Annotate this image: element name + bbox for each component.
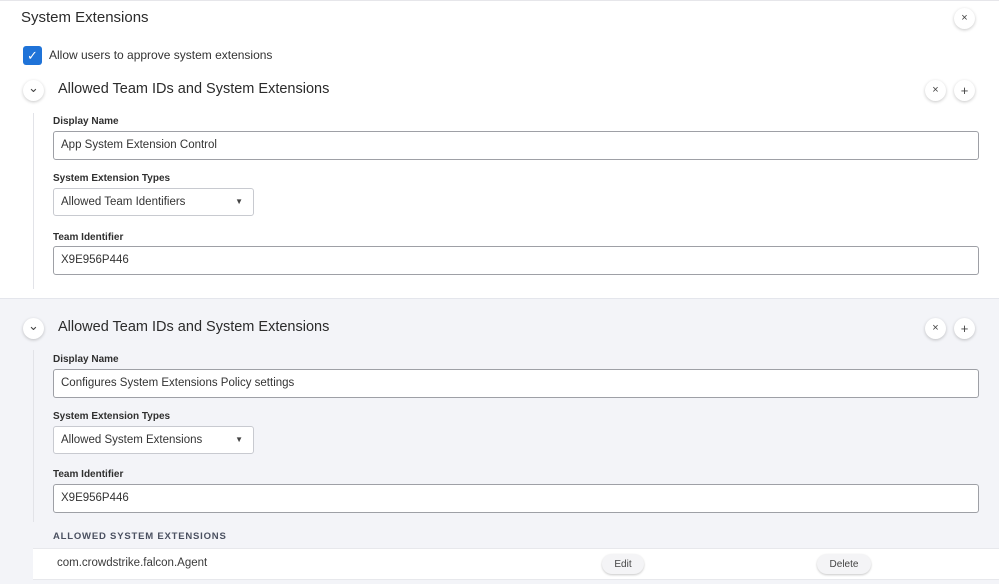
close-icon: × xyxy=(961,12,968,24)
display-name-input[interactable]: Configures System Extensions Policy sett… xyxy=(53,369,979,398)
remove-group-2-button[interactable]: × xyxy=(925,318,946,339)
delete-extension-button[interactable]: Delete xyxy=(817,554,871,574)
group-1-divider xyxy=(33,113,34,289)
display-name-input[interactable]: App System Extension Control xyxy=(53,131,979,160)
chevron-down-icon: ⌄ xyxy=(28,318,39,333)
checkmark-icon: ✓ xyxy=(27,47,38,63)
collapse-group-1-button[interactable]: ⌄ xyxy=(23,80,44,101)
extension-types-value: Allowed Team Identifiers xyxy=(61,196,186,208)
team-identifier-input[interactable]: X9E956P446 xyxy=(53,484,979,513)
extension-name: com.crowdstrike.falcon.Agent xyxy=(57,557,208,569)
edit-extension-button[interactable]: Edit xyxy=(602,554,644,574)
system-extensions-page: System Extensions × ✓ Allow users to app… xyxy=(0,0,999,584)
caret-down-icon: ▼ xyxy=(235,435,243,444)
extension-types-label: System Extension Types xyxy=(53,411,171,422)
add-group-1-button[interactable]: + xyxy=(954,80,975,101)
display-name-label: Display Name xyxy=(53,116,119,127)
display-name-label: Display Name xyxy=(53,354,119,365)
team-identifier-input[interactable]: X9E956P446 xyxy=(53,246,979,275)
group-2-divider xyxy=(33,350,34,522)
group-1-heading: Allowed Team IDs and System Extensions xyxy=(58,81,330,97)
extension-types-value: Allowed System Extensions xyxy=(61,434,203,446)
plus-icon: + xyxy=(960,321,969,336)
group-2-heading: Allowed Team IDs and System Extensions xyxy=(58,319,330,335)
close-panel-button[interactable]: × xyxy=(954,8,975,29)
extension-types-select[interactable]: Allowed System Extensions ▼ xyxy=(53,426,254,454)
allow-approve-label: Allow users to approve system extensions xyxy=(49,48,273,62)
add-group-2-button[interactable]: + xyxy=(954,318,975,339)
extension-types-select[interactable]: Allowed Team Identifiers ▼ xyxy=(53,188,254,216)
extension-types-label: System Extension Types xyxy=(53,173,171,184)
close-icon: × xyxy=(932,84,939,96)
collapse-group-2-button[interactable]: ⌄ xyxy=(23,318,44,339)
page-title: System Extensions xyxy=(21,9,149,26)
caret-down-icon: ▼ xyxy=(235,197,243,206)
close-icon: × xyxy=(932,322,939,334)
chevron-down-icon: ⌄ xyxy=(28,80,39,95)
allow-approve-checkbox[interactable]: ✓ xyxy=(23,46,42,65)
remove-group-1-button[interactable]: × xyxy=(925,80,946,101)
team-identifier-label: Team Identifier xyxy=(53,469,124,480)
plus-icon: + xyxy=(960,83,969,98)
top-section: System Extensions × ✓ Allow users to app… xyxy=(0,0,999,298)
team-identifier-label: Team Identifier xyxy=(53,232,124,243)
allowed-extensions-header: ALLOWED SYSTEM EXTENSIONS xyxy=(53,531,227,542)
